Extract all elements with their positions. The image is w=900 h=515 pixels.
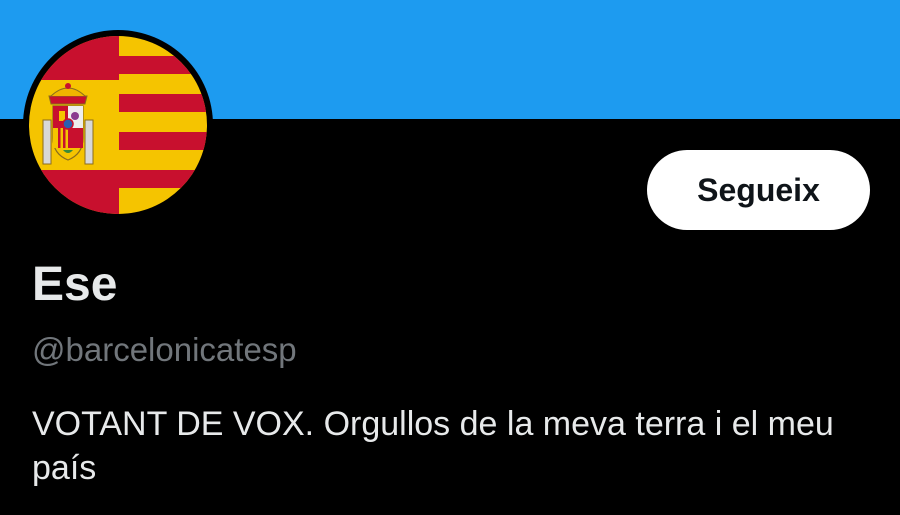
- display-name: Ese: [32, 258, 118, 311]
- avatar-image: [29, 36, 207, 214]
- follow-button[interactable]: Segueix: [647, 150, 870, 230]
- profile-header: Segueix Ese @barcelonicatesp VOTANT DE V…: [0, 0, 900, 515]
- user-handle: @barcelonicatesp: [32, 331, 297, 368]
- avatar[interactable]: [23, 30, 213, 220]
- flag-icon: [29, 36, 207, 214]
- profile-bio: VOTANT DE VOX. Orgullos de la meva terra…: [32, 405, 834, 487]
